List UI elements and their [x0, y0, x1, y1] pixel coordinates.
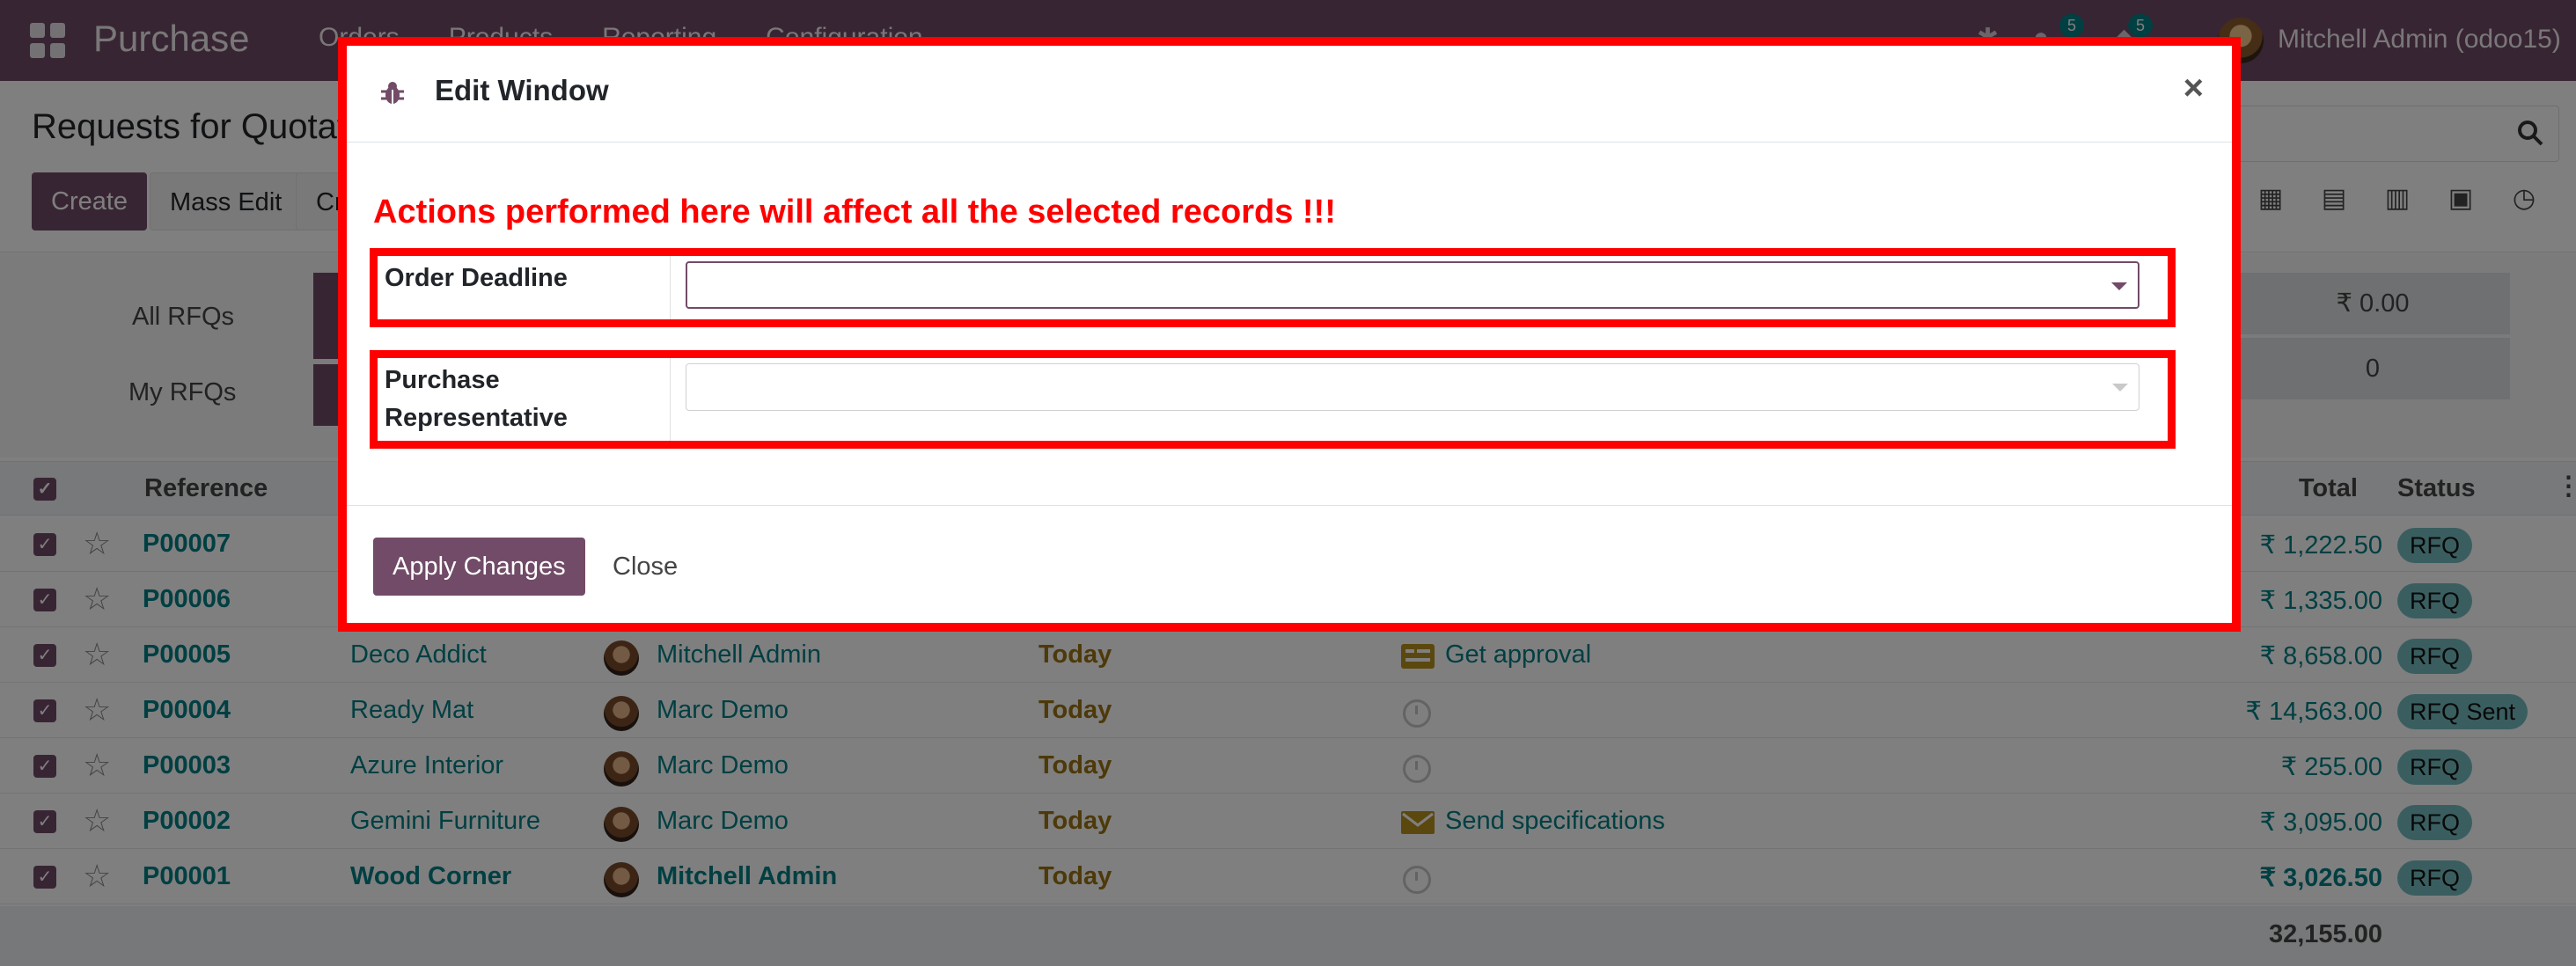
order-deadline-field: Order Deadline — [370, 248, 2176, 327]
purchase-representative-field: Purchase Representative — [370, 350, 2176, 449]
order-deadline-label: Order Deadline — [385, 264, 568, 292]
apply-changes-button[interactable]: Apply Changes — [373, 538, 585, 596]
bug-icon — [381, 82, 404, 104]
modal-header: Edit Window × — [347, 46, 2232, 143]
caret-down-icon[interactable] — [2112, 384, 2128, 392]
warning-message: Actions performed here will affect all t… — [373, 194, 1336, 231]
field-separator — [670, 358, 671, 441]
edit-window-dialog: Edit Window × Actions performed here wil… — [338, 37, 2241, 632]
caret-down-icon[interactable] — [2111, 282, 2127, 290]
field-separator — [670, 256, 671, 319]
modal-title: Edit Window — [435, 74, 609, 106]
modal-footer: Apply Changes Close — [347, 505, 2232, 632]
close-button[interactable]: Close — [613, 538, 678, 596]
order-deadline-select[interactable] — [686, 261, 2139, 309]
close-icon[interactable]: × — [2183, 69, 2204, 108]
purchase-representative-select[interactable] — [686, 363, 2139, 411]
purchase-representative-label-line2: Representative — [385, 404, 568, 432]
purchase-representative-label-line1: Purchase — [385, 366, 500, 394]
